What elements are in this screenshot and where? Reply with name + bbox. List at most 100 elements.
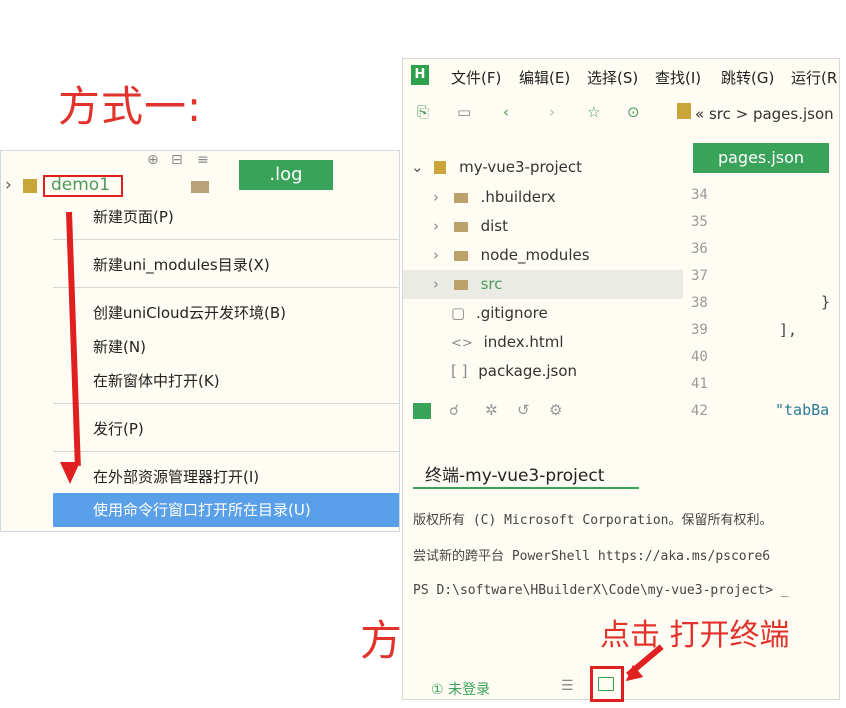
explorer-icon[interactable]	[413, 403, 431, 419]
menu-separator	[53, 287, 399, 288]
target-icon[interactable]: ⊕	[147, 152, 159, 168]
login-status[interactable]: ① 未登录	[431, 679, 490, 699]
menu-item-create-unicloud[interactable]: 创建uniCloud云开发环境(B)	[53, 297, 399, 329]
file-tree: ⌄ my-vue3-project › .hbuilderx › dist › …	[403, 145, 683, 435]
folder-icon	[453, 250, 468, 261]
menu-find[interactable]: 查找(I)	[655, 67, 701, 88]
folder-icon	[191, 181, 209, 193]
run-icon[interactable]: ⊙	[627, 103, 640, 121]
file-tab-pages-json[interactable]: pages.json	[693, 143, 829, 173]
project-icon	[434, 161, 447, 174]
file-icon: ▢	[451, 304, 466, 322]
git-icon[interactable]: ↺	[517, 401, 530, 419]
line-number: 37	[691, 268, 708, 284]
terminal-icon[interactable]	[598, 677, 614, 691]
menu-separator	[53, 451, 399, 452]
tree-item-label: .hbuilderx	[480, 188, 556, 206]
line-number: 38	[691, 295, 708, 311]
tree-item[interactable]: › dist	[403, 212, 683, 241]
tree-item-label: package.json	[478, 362, 578, 380]
folder-icon	[453, 221, 468, 232]
star-icon[interactable]: ☆	[587, 103, 600, 121]
breadcrumb[interactable]: « src > pages.json	[695, 105, 834, 123]
save-icon[interactable]: ▭	[457, 103, 471, 121]
log-tab[interactable]: .log	[239, 160, 333, 190]
tree-item[interactable]: ▢ .gitignore	[403, 299, 683, 328]
chevron-right-icon: ›	[433, 246, 439, 264]
menu-item-open-in-terminal[interactable]: 使用命令行窗口打开所在目录(U)	[53, 493, 399, 527]
code-line: ],	[779, 321, 798, 339]
menu-goto[interactable]: 跳转(G)	[721, 67, 774, 88]
arrow-head	[60, 462, 80, 484]
line-number: 39	[691, 322, 708, 338]
menu-run[interactable]: 运行(R	[791, 67, 837, 88]
back-icon[interactable]: ‹	[503, 103, 509, 121]
menu-separator	[53, 403, 399, 404]
terminal-line: 尝试新的跨平台 PowerShell https://aka.ms/pscore…	[413, 549, 771, 564]
html-file-icon: <>	[451, 336, 473, 351]
line-number: 34	[691, 187, 708, 203]
tree-item[interactable]: [ ] package.json	[403, 357, 683, 386]
line-number: 36	[691, 241, 708, 257]
chevron-right-icon: ›	[433, 275, 439, 293]
bug-icon[interactable]: ✲	[485, 401, 498, 419]
chevron-right-icon: ›	[433, 188, 439, 206]
menu-item-new[interactable]: 新建(N)	[53, 331, 399, 363]
line-number: 35	[691, 214, 708, 230]
menu-item-new-page[interactable]: 新建页面(P)	[53, 201, 399, 233]
highlight-box-demo1	[43, 175, 123, 197]
toolbar: ⎘ ▭ ‹ › ☆ ⊙ « src > pages.json	[403, 95, 839, 129]
folder-icon	[453, 192, 468, 203]
tree-root[interactable]: ⌄ my-vue3-project	[403, 153, 683, 182]
line-number: 42	[691, 403, 708, 419]
menu-item-new-uni-modules[interactable]: 新建uni_modules目录(X)	[53, 249, 399, 281]
new-file-icon[interactable]: ⎘	[417, 103, 429, 121]
code-line: "tabBa	[775, 401, 830, 419]
terminal-prompt: PS D:\software\HBuilderX\Code\my-vue3-pr…	[413, 583, 789, 598]
tree-item-label: index.html	[483, 333, 564, 351]
folder-icon	[453, 279, 468, 290]
hbuilderx-logo-icon: H	[411, 65, 429, 85]
forward-icon[interactable]: ›	[549, 103, 555, 121]
tree-item-label: node_modules	[480, 246, 590, 264]
settings-icon[interactable]: ⚙	[549, 401, 562, 419]
terminal-line: 版权所有 (C) Microsoft Corporation。保留所有权利。	[413, 513, 773, 528]
menu-item-publish[interactable]: 发行(P)	[53, 413, 399, 445]
menu-item-open-in-explorer[interactable]: 在外部资源管理器打开(I)	[53, 461, 399, 493]
tree-item[interactable]: › node_modules	[403, 241, 683, 270]
tree-item-label: dist	[480, 217, 508, 235]
project-icon	[23, 179, 37, 193]
hbuilderx-window: H 文件(F) 编辑(E) 选择(S) 查找(I) 跳转(G) 运行(R ⎘ ▭…	[402, 58, 840, 700]
terminal-title[interactable]: 终端-my-vue3-project	[425, 461, 604, 486]
tree-item-label: src	[480, 275, 503, 293]
menubar: H 文件(F) 编辑(E) 选择(S) 查找(I) 跳转(G) 运行(R	[403, 59, 839, 93]
menu-icon[interactable]: ≡	[197, 152, 209, 168]
line-number: 40	[691, 349, 708, 365]
binoculars-icon[interactable]: ☌	[449, 401, 459, 419]
tree-item-label: .gitignore	[475, 304, 548, 322]
tree-item[interactable]: › .hbuilderx	[403, 183, 683, 212]
annotation-label: 点击 打开终端	[600, 618, 790, 653]
menu-select[interactable]: 选择(S)	[587, 67, 638, 88]
chevron-right-icon: ›	[5, 175, 12, 195]
terminal-tab-underline	[413, 487, 639, 489]
chevron-down-icon: ⌄	[411, 158, 424, 176]
collapse-icon[interactable]: ⊟	[171, 152, 183, 168]
menu-item-open-new-window[interactable]: 在新窗体中打开(K)	[53, 365, 399, 397]
tree-root-label: my-vue3-project	[459, 158, 583, 176]
tree-item-selected[interactable]: › src	[403, 270, 683, 299]
user-icon: ①	[431, 682, 444, 698]
tree-item[interactable]: <> index.html	[403, 328, 683, 357]
chevron-right-icon: ›	[433, 217, 439, 235]
menu-file[interactable]: 文件(F)	[451, 67, 501, 88]
menu-edit[interactable]: 编辑(E)	[519, 67, 570, 88]
context-menu: 新建页面(P) 新建uni_modules目录(X) 创建uniCloud云开发…	[53, 199, 399, 531]
outline-icon[interactable]: ☰	[561, 678, 574, 694]
project-icon	[677, 103, 691, 119]
code-line: }	[821, 293, 831, 311]
line-number: 41	[691, 376, 708, 392]
code-editor[interactable]: pages.json 34 35 36 37 38 39 40 41 42 } …	[683, 143, 839, 443]
menu-separator	[53, 239, 399, 240]
side-panel-tabs: ☌ ✲ ↺ ⚙	[403, 395, 683, 431]
login-status-label: 未登录	[448, 682, 491, 698]
